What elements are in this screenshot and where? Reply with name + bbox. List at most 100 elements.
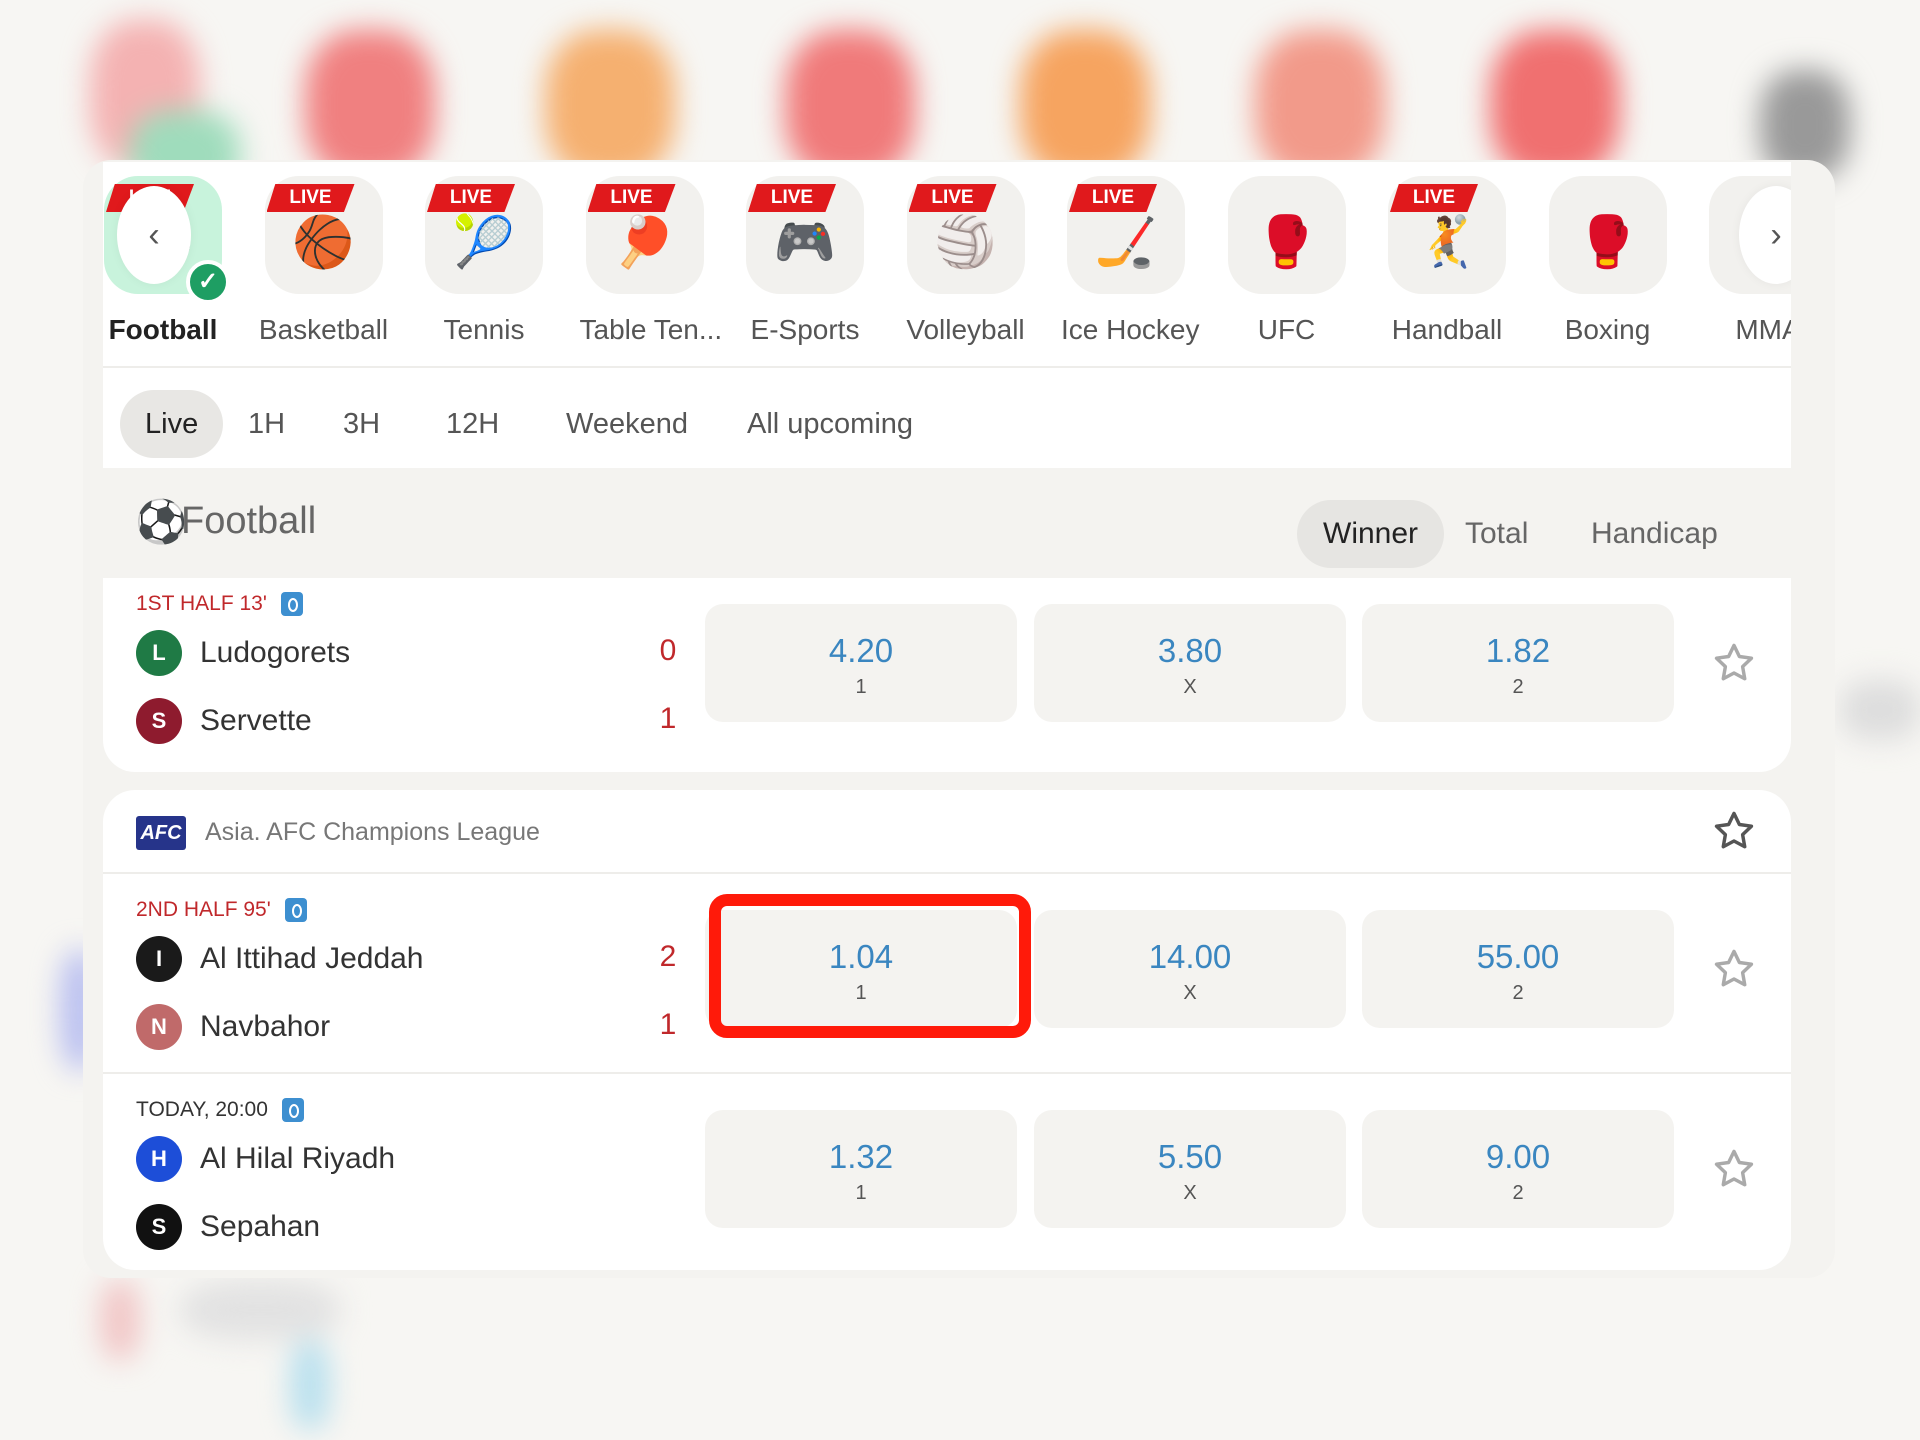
match-time: TODAY, 20:00 [136,1098,268,1121]
live-badge: LIVE [1390,184,1478,212]
odds-value: 1.82 [1485,632,1551,669]
sport-tab-volleyball[interactable]: 🏐 LIVE Volleyball [901,176,1031,346]
live-stream-icon[interactable] [281,1098,304,1122]
market-tab-total[interactable]: Total [1439,500,1554,568]
hockey-puck-icon: 🏒 [1094,214,1158,270]
odds-outcome-label: X [1183,1182,1197,1204]
odds-button-draw[interactable]: 5.50 X [1034,1110,1346,1228]
match-time: 1ST HALF 13' [136,592,267,615]
team-name: Ludogorets [200,636,351,669]
sports-betting-panel: ⚽LIVE✓Football🏀LIVEBasketball🎾LIVETennis… [83,162,1791,1272]
team-away: S Servette [136,698,312,744]
live-stream-icon[interactable] [284,898,307,922]
odds-outcome-label: 2 [1512,1182,1524,1204]
live-stream-icon[interactable] [280,592,303,616]
period-tab-3h[interactable]: 3H [318,390,405,458]
sport-label: Ice Hockey [1061,314,1200,345]
sport-tile: 🥊 [1548,176,1667,294]
team-logo-icon: L [136,630,182,676]
period-tabs: Live 1H 3H 12H Weekend All upcoming [103,368,1791,468]
odds-outcome-label: X [1183,676,1197,698]
team-name: Servette [200,704,312,737]
odds-outcome-label: 1 [855,1182,867,1204]
market-tab-handicap[interactable]: Handicap [1565,500,1744,568]
sport-tab-table-ten[interactable]: 🏓 LIVE Table Ten... [579,176,723,346]
match-row: TODAY, 20:00 H Al Hilal Riyadh S Sepahan 1.32… [103,1076,1791,1276]
favorite-star-icon[interactable] [1711,946,1757,992]
league-card: AFC Asia. AFC Champions League 2ND HALF … [103,790,1791,1270]
team-name: Al Hilal Riyadh [200,1142,396,1175]
sport-tile: 🏓 LIVE [585,176,704,294]
favorite-star-icon[interactable] [1711,640,1757,686]
table-tennis-icon: 🏓 [613,214,676,270]
team-score: 0 [659,634,677,667]
mma-glove-icon: 🥊 [1255,214,1318,270]
odds-value: 4.20 [828,632,894,669]
volleyball-icon: 🏐 [934,214,997,270]
sport-tile: 🥊 [1227,176,1346,294]
sport-tab-e-sports[interactable]: 🎮 LIVE E-Sports [740,176,870,346]
sport-label: Tennis [443,314,525,345]
section-title: Football [181,500,317,542]
live-badge: LIVE [1069,184,1157,212]
period-tab-12h[interactable]: 12H [421,390,524,458]
sport-tab-ice-hockey[interactable]: 🏒 LIVE Ice Hockey [1061,176,1200,346]
favorite-star-icon[interactable] [1711,1146,1757,1192]
match-time: 2ND HALF 95' [136,898,271,921]
section-header: ⚽ Football Winner Total Handicap [83,468,1791,578]
favorite-league-star-icon[interactable] [1711,808,1757,854]
sport-label: E-Sports [750,314,860,345]
odds-button-away[interactable]: 9.00 2 [1362,1110,1674,1228]
sport-label: Handball [1391,314,1503,345]
period-tab-weekend[interactable]: Weekend [541,390,713,458]
odds-button-home[interactable]: 1.32 1 [705,1110,1017,1228]
odds-button-away[interactable]: 1.82 2 [1362,604,1674,722]
team-name: Sepahan [200,1210,321,1243]
odds-value: 5.50 [1157,1138,1223,1175]
sport-tile: 🏐 LIVE [906,176,1025,294]
sport-tab-basketball[interactable]: 🏀 LIVE Basketball [259,176,389,346]
odds-outcome-label: 2 [1512,676,1524,698]
sport-tab-ufc[interactable]: 🥊 UFC [1222,176,1352,346]
handball-icon: 🤾 [1415,214,1479,270]
live-badge: LIVE [587,184,676,212]
odds-button-away[interactable]: 55.00 2 [1362,910,1674,1028]
odds-outcome-label: 2 [1512,982,1524,1004]
period-tab-live[interactable]: Live [120,390,224,458]
odds-button-draw[interactable]: 14.00 X [1034,910,1346,1028]
chevron-left-icon[interactable]: ‹ [117,186,191,284]
sport-label: Volleyball [906,314,1025,345]
sport-label: Table Ten... [579,314,723,345]
match-row: 1ST HALF 13' L Ludogorets 0 S Servette 1 4.20 1 3… [103,570,1791,770]
odds-value: 14.00 [1148,938,1232,975]
team-name: Navbahor [200,1010,331,1043]
live-badge: LIVE [427,184,515,212]
odds-value: 55.00 [1476,938,1560,975]
divider [103,1072,1791,1074]
sport-tile: 🎮 LIVE [746,176,864,294]
match-status: 1ST HALF 13' [136,592,303,616]
league-header[interactable]: AFC Asia. AFC Champions League [103,790,1791,874]
gamepad-icon: 🎮 [773,214,837,270]
sport-tab-tennis[interactable]: 🎾 LIVE Tennis [419,176,549,346]
sport-tile: 🤾 LIVE [1388,176,1506,294]
odds-button-home[interactable]: 4.20 1 [705,604,1017,722]
sport-tile: 🎾 LIVE [425,176,543,294]
team-logo-icon: S [136,698,182,744]
live-badge: LIVE [748,184,836,212]
sport-tab-boxing[interactable]: 🥊 Boxing [1543,176,1673,346]
period-tab-1h[interactable]: 1H [223,390,310,458]
market-tab-winner[interactable]: Winner [1297,500,1445,568]
team-logo-icon: N [136,1004,182,1050]
sports-nav: ⚽LIVE✓Football🏀LIVEBasketball🎾LIVETennis… [103,162,1791,367]
sport-label: Basketball [258,314,389,345]
checkmark-icon: ✓ [186,260,230,304]
team-home: H Al Hilal Riyadh [136,1136,395,1182]
period-tab-all-upcoming[interactable]: All upcoming [722,390,938,458]
odds-value: 3.80 [1157,632,1223,669]
sport-tab-handball[interactable]: 🤾 LIVE Handball [1382,176,1512,346]
odds-outcome-label: 1 [855,676,867,698]
afc-logo: AFC [136,816,186,850]
sport-label: Boxing [1564,314,1651,345]
odds-button-draw[interactable]: 3.80 X [1034,604,1346,722]
